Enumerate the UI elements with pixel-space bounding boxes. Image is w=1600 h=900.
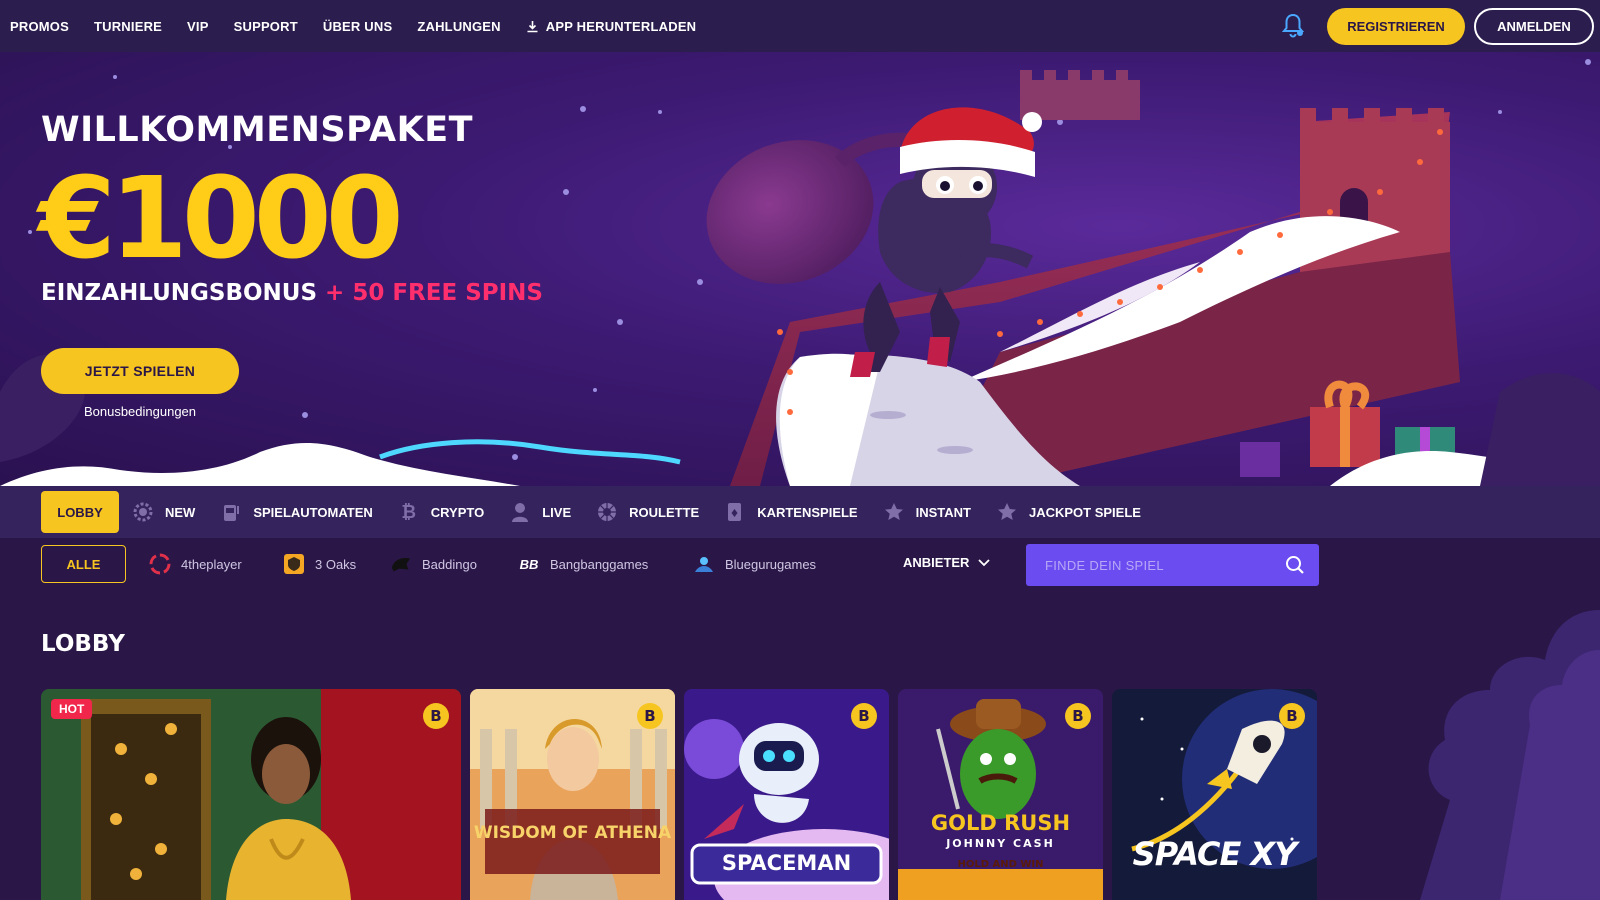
decorative-cloud	[1420, 610, 1600, 900]
game-card-live-dealer[interactable]: HOT B	[41, 689, 461, 900]
lobby-heading: LOBBY	[41, 631, 125, 657]
star-icon	[997, 502, 1017, 522]
category-instant[interactable]: INSTANT	[884, 502, 971, 522]
provider-baddingo[interactable]: Baddingo	[390, 553, 477, 575]
crypto-badge-icon: B	[637, 703, 663, 729]
crypto-badge-icon: B	[423, 703, 449, 729]
provider-filter-dropdown[interactable]: ANBIETER	[903, 555, 991, 570]
bluegurugames-logo-icon	[693, 553, 715, 575]
provider-bluegurugames[interactable]: Bluegurugames	[693, 553, 816, 575]
3oaks-logo-icon	[283, 553, 305, 575]
search-input[interactable]	[1045, 557, 1275, 573]
bonus-terms-link[interactable]: Bonusbedingungen	[41, 404, 239, 419]
game-grid: HOT B WISDOM OF ATHENA B SPACEMAN B GOLD…	[41, 689, 1317, 900]
category-live-label: LIVE	[542, 504, 572, 520]
live-dealer-thumbnail	[41, 689, 461, 900]
bitcoin-icon: ₿	[401, 501, 417, 523]
crypto-badge-icon: B	[851, 703, 877, 729]
game-title: SPACEMAN	[721, 851, 852, 875]
game-card-space-xy[interactable]: SPACE XY B	[1112, 689, 1317, 900]
game-card-wisdom-of-athena[interactable]: WISDOM OF ATHENA B	[470, 689, 675, 900]
provider-label: Baddingo	[422, 556, 477, 572]
provider-4theplayer[interactable]: 4theplayer	[149, 553, 242, 575]
gear-badge-icon	[133, 502, 153, 522]
hero-title: WILLKOMMENSPAKET	[41, 110, 474, 150]
baddingo-logo-icon	[390, 553, 412, 575]
crypto-badge-icon: B	[1065, 703, 1091, 729]
provider-all-button[interactable]: ALLE	[41, 545, 126, 583]
provider-bangbanggames[interactable]: BB Bangbanggames	[518, 553, 649, 575]
star-icon	[884, 502, 904, 522]
category-bar: LOBBY NEW SPIELAUTOMATEN ₿ CRYPTO LIVE R…	[0, 486, 1600, 538]
login-button[interactable]: ANMELDEN	[1474, 8, 1594, 45]
hero-subtitle: EINZAHLUNGSBONUS + 50 FREE SPINS	[41, 280, 543, 306]
game-title: WISDOM OF ATHENA	[473, 823, 672, 843]
game-title: SPACE XY	[1132, 835, 1298, 873]
category-cards-label: KARTENSPIELE	[757, 504, 858, 520]
search-icon[interactable]	[1285, 555, 1305, 575]
nav-app-download[interactable]: APP HERUNTERLADEN	[526, 19, 697, 34]
nav-turniere[interactable]: TURNIERE	[94, 19, 162, 34]
chevron-down-icon	[978, 558, 991, 566]
download-icon	[527, 20, 538, 32]
hero-subtitle-spins: + 50 FREE SPINS	[325, 280, 543, 306]
roulette-icon	[597, 502, 617, 522]
nav-promos[interactable]: PROMOS	[10, 19, 69, 34]
category-roulette-label: ROULETTE	[629, 504, 700, 520]
nav-links: PROMOS TURNIERE VIP SUPPORT ÜBER UNS ZAH…	[10, 19, 721, 34]
category-slots[interactable]: SPIELAUTOMATEN	[221, 502, 373, 522]
nav-zahlungen[interactable]: ZAHLUNGEN	[417, 19, 500, 34]
play-now-button[interactable]: JETZT SPIELEN	[41, 348, 239, 394]
hero-subtitle-main: EINZAHLUNGSBONUS	[41, 280, 318, 306]
provider-bar: ALLE 4theplayer 3 Oaks Baddingo BB Bangb…	[0, 538, 1600, 590]
game-subtitle: JOHNNY CASH	[946, 837, 1055, 850]
category-crypto[interactable]: ₿ CRYPTO	[399, 501, 485, 523]
category-roulette[interactable]: ROULETTE	[597, 502, 699, 522]
register-button[interactable]: REGISTRIEREN	[1327, 8, 1465, 45]
category-cards[interactable]: KARTENSPIELE	[725, 502, 858, 522]
category-lobby[interactable]: LOBBY	[41, 491, 119, 533]
category-new-label: NEW	[165, 504, 196, 520]
provider-3oaks[interactable]: 3 Oaks	[283, 553, 356, 575]
dealer-icon	[510, 502, 530, 522]
category-crypto-label: CRYPTO	[430, 504, 485, 520]
hero-banner: WILLKOMMENSPAKET €1000 EINZAHLUNGSBONUS …	[0, 52, 1600, 486]
category-new[interactable]: NEW	[133, 502, 195, 522]
game-search	[1026, 544, 1319, 586]
nav-ueber-uns[interactable]: ÜBER UNS	[323, 19, 393, 34]
bangbang-logo-icon: BB	[519, 556, 539, 572]
category-jackpot[interactable]: JACKPOT SPIELE	[997, 502, 1141, 522]
category-instant-label: INSTANT	[915, 504, 971, 520]
nav-vip[interactable]: VIP	[187, 19, 209, 34]
4theplayer-logo-icon	[149, 553, 171, 575]
hero-bonus-amount: €1000	[38, 154, 404, 284]
cards-icon	[725, 502, 745, 522]
provider-label: Bluegurugames	[725, 556, 817, 572]
provider-label: Bangbanggames	[550, 556, 649, 572]
hot-badge: HOT	[51, 699, 93, 719]
game-card-gold-rush[interactable]: GOLD RUSH JOHNNY CASH HOLD AND WIN B	[898, 689, 1103, 900]
category-live[interactable]: LIVE	[510, 502, 571, 522]
provider-label: 4theplayer	[181, 556, 242, 572]
bell-icon[interactable]	[1280, 12, 1306, 40]
category-slots-label: SPIELAUTOMATEN	[253, 504, 373, 520]
game-title: GOLD RUSH	[930, 811, 1071, 835]
provider-label: 3 Oaks	[315, 556, 357, 572]
crypto-badge-icon: B	[1279, 703, 1305, 729]
game-tag: HOLD AND WIN	[957, 859, 1044, 870]
game-card-spaceman[interactable]: SPACEMAN B	[684, 689, 889, 900]
top-navigation: PROMOS TURNIERE VIP SUPPORT ÜBER UNS ZAH…	[0, 0, 1600, 52]
slot-machine-icon	[221, 502, 241, 522]
category-lobby-label: LOBBY	[57, 504, 103, 520]
app-download-label: APP HERUNTERLADEN	[545, 18, 697, 34]
provider-filter-label: ANBIETER	[903, 555, 970, 570]
category-jackpot-label: JACKPOT SPIELE	[1028, 504, 1141, 520]
nav-support[interactable]: SUPPORT	[234, 19, 298, 34]
